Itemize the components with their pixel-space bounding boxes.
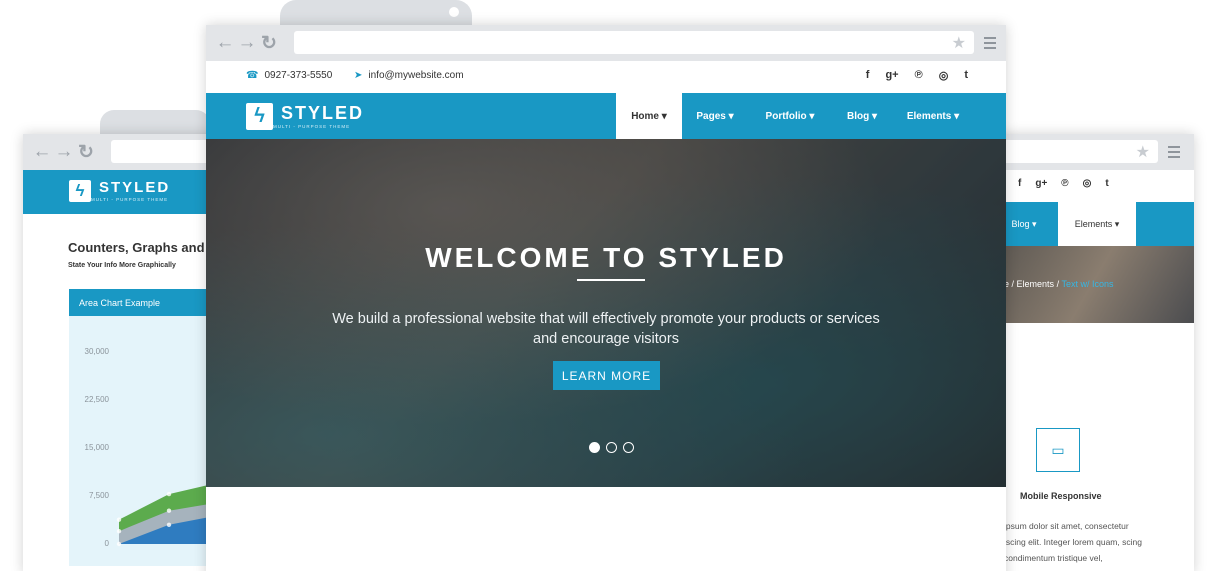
- hero-title: WELCOME TO STYLED: [425, 242, 787, 273]
- breadcrumb-separator: /: [1056, 279, 1060, 289]
- browser-menu-icon[interactable]: [1168, 146, 1180, 158]
- logo-text: STYLED: [281, 103, 365, 123]
- pinterest-icon[interactable]: ℗: [915, 69, 923, 82]
- forward-arrow-icon[interactable]: →: [53, 141, 75, 163]
- area-chart: 30,000 22,500 15,000 7,500 0: [69, 316, 229, 566]
- section-heading: Counters, Graphs and St: [68, 240, 222, 255]
- area-chart-plot: [116, 480, 229, 547]
- main-site-nav: ϟ STYLED MULTI - PURPOSE THEME Home ▾ Pa…: [206, 93, 1006, 139]
- back-arrow-icon[interactable]: ←: [214, 32, 236, 54]
- dribbble-icon[interactable]: ◎: [1083, 178, 1092, 189]
- hero-slider: WELCOME TO STYLED We build a professiona…: [206, 139, 1006, 487]
- right-url-bar[interactable]: ★: [990, 140, 1158, 163]
- dribbble-icon[interactable]: ◎: [939, 69, 949, 82]
- lightning-icon: ϟ: [246, 103, 273, 130]
- paper-plane-icon: ➤: [354, 70, 363, 81]
- slider-dot-1[interactable]: [589, 442, 600, 453]
- feature-text: ipsum dolor sit amet, consectetur iscing…: [1004, 521, 1142, 563]
- right-social-links: f g+ ℗ ◎ t: [1018, 178, 1109, 189]
- breadcrumb: e / Elements / Text w/ Icons: [1004, 279, 1113, 289]
- nav-elements[interactable]: Elements ▾: [1058, 202, 1136, 246]
- slider-dot-2[interactable]: [606, 442, 617, 453]
- nav-blog[interactable]: Blog ▾: [834, 93, 890, 139]
- hero-divider: [577, 279, 645, 281]
- tab-dot-icon: [449, 7, 459, 17]
- logo-text: STYLED: [99, 179, 171, 196]
- left-browser-toolbar: ← → ↻: [23, 134, 236, 170]
- area-point: [116, 529, 122, 534]
- phone-icon: ☎: [246, 70, 259, 81]
- area-point: [166, 491, 172, 497]
- nav-home[interactable]: Home ▾: [616, 93, 682, 139]
- nav-portfolio[interactable]: Portfolio ▾: [754, 93, 826, 139]
- forward-arrow-icon[interactable]: →: [236, 32, 258, 54]
- nav-elements[interactable]: Elements ▾: [900, 93, 966, 139]
- bookmark-star-icon[interactable]: ★: [952, 33, 966, 53]
- left-browser-window: ← → ↻ ϟ STYLED MULTI - PURPOSE THEME Cou…: [23, 134, 236, 571]
- left-site-header: ϟ STYLED MULTI - PURPOSE THEME: [23, 170, 233, 214]
- right-browser-toolbar: ★: [990, 134, 1194, 170]
- reload-icon[interactable]: ↻: [258, 32, 280, 55]
- google-plus-icon[interactable]: g+: [1035, 178, 1047, 189]
- left-site-logo[interactable]: ϟ STYLED MULTI - PURPOSE THEME: [69, 180, 170, 202]
- breadcrumb-current: Text w/ Icons: [1061, 279, 1114, 289]
- area-point: [116, 517, 122, 522]
- phone-contact[interactable]: ☎ 0927-373-5550: [246, 70, 332, 81]
- twitter-icon[interactable]: t: [1105, 178, 1108, 189]
- reload-icon[interactable]: ↻: [75, 141, 97, 164]
- google-plus-icon[interactable]: g+: [885, 69, 898, 82]
- main-site-logo[interactable]: ϟ STYLED MULTI - PURPOSE THEME: [246, 103, 364, 130]
- logo-tagline: MULTI - PURPOSE THEME: [273, 124, 351, 129]
- right-site-nav: Blog ▾ Elements ▾: [990, 202, 1194, 246]
- pinterest-icon[interactable]: ℗: [1061, 178, 1068, 189]
- area-point: [166, 522, 172, 527]
- site-topbar: ☎ 0927-373-5550 ➤ info@mywebsite.com f g+…: [206, 61, 1006, 93]
- twitter-icon[interactable]: t: [964, 69, 968, 82]
- browser-menu-icon[interactable]: [984, 37, 996, 49]
- main-browser-toolbar: ← → ↻ ★: [206, 25, 1006, 61]
- breadcrumb-elements[interactable]: Elements: [1017, 279, 1055, 289]
- back-arrow-icon[interactable]: ←: [31, 141, 53, 163]
- facebook-icon[interactable]: f: [866, 69, 870, 82]
- laptop-icon: ▭: [1036, 428, 1080, 472]
- chart-title: Area Chart Example: [69, 289, 229, 316]
- section-subheading: State Your Info More Graphically: [68, 262, 176, 269]
- slider-dot-3[interactable]: [623, 442, 634, 453]
- feature-title: Mobile Responsive: [1020, 491, 1102, 501]
- facebook-icon[interactable]: f: [1018, 178, 1021, 189]
- right-browser-window: ★ f g+ ℗ ◎ t Blog ▾ Elements ▾ e / Elements …: [990, 134, 1194, 571]
- logo-tagline: MULTI - PURPOSE THEME: [91, 197, 169, 202]
- hero-text: We build a professional website that wil…: [332, 311, 880, 347]
- nav-pages[interactable]: Pages ▾: [686, 93, 744, 139]
- main-browser-window: ← → ↻ ★ ☎ 0927-373-5550 ➤ info@mywebsite…: [206, 25, 1006, 571]
- main-url-bar[interactable]: ★: [294, 31, 974, 54]
- learn-more-button[interactable]: LEARN MORE: [553, 361, 660, 390]
- area-point: [116, 541, 122, 547]
- stage: ← → ↻ ϟ STYLED MULTI - PURPOSE THEME Cou…: [0, 0, 1216, 571]
- phone-number: 0927-373-5550: [264, 70, 333, 81]
- main-social-links: f g+ ℗ ◎ t: [866, 69, 968, 82]
- email-contact[interactable]: ➤ info@mywebsite.com: [354, 70, 464, 81]
- bookmark-star-icon[interactable]: ★: [1136, 142, 1150, 162]
- area-point: [166, 508, 172, 513]
- lightning-icon: ϟ: [69, 180, 91, 202]
- slider-pagination: [589, 442, 634, 453]
- email-address: info@mywebsite.com: [368, 70, 464, 81]
